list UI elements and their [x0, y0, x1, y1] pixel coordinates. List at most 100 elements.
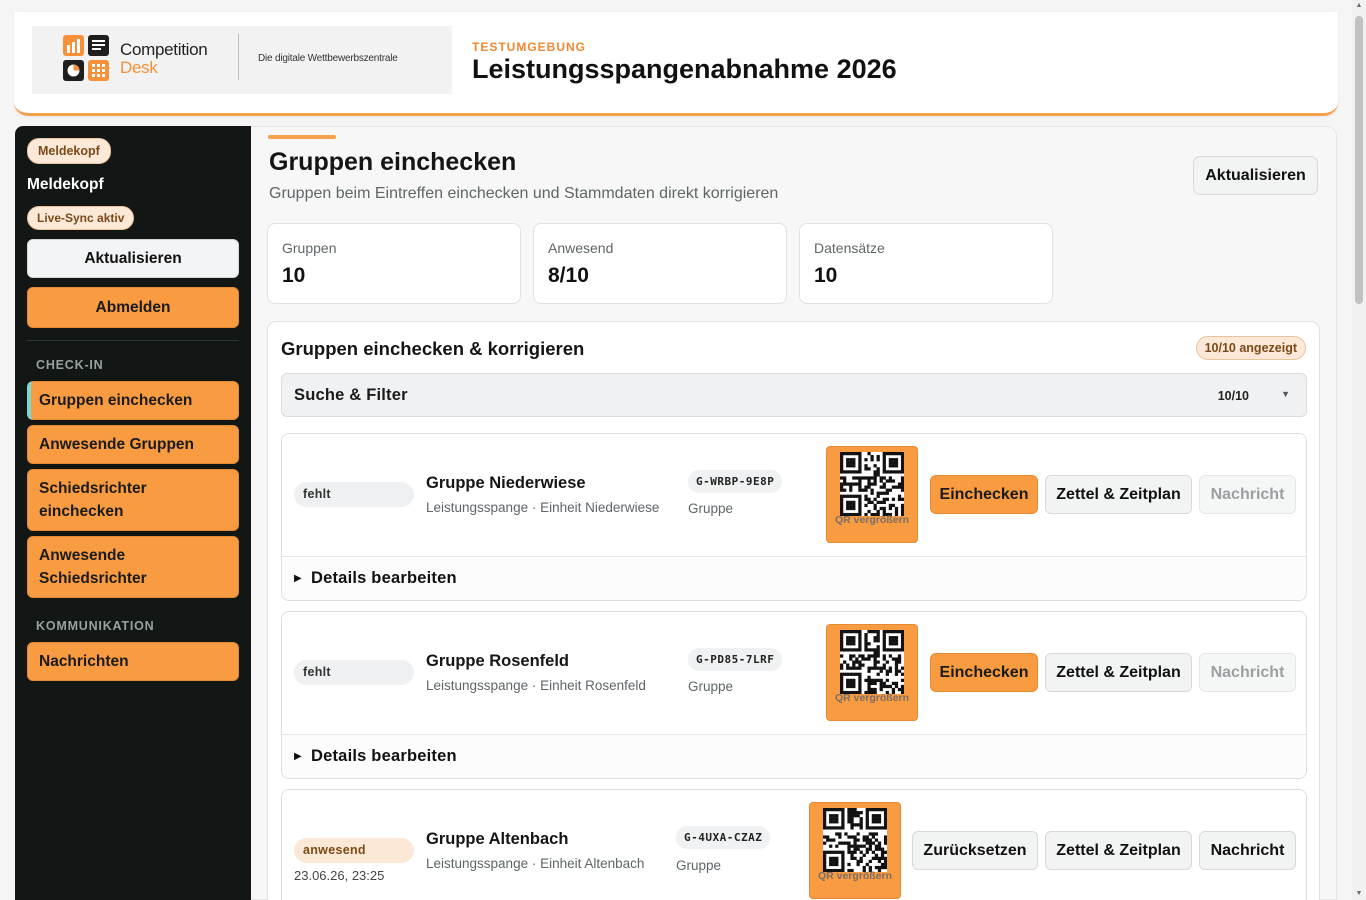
search-filter-toggle[interactable]: Suche & Filter 10/10 ▼	[281, 373, 1307, 417]
group-code-type: Gruppe	[688, 501, 734, 516]
filter-label: Suche & Filter	[294, 386, 408, 404]
stat-value: 10	[282, 264, 306, 287]
sidebar-item-anwesende-gruppen[interactable]: Anwesende Gruppen	[27, 425, 239, 464]
group-subtitle: Leistungsspange · Einheit Niederwiese	[426, 500, 660, 515]
scroll-down-icon[interactable]: ▼	[1355, 890, 1363, 898]
message-button[interactable]: Nachricht	[1199, 475, 1296, 514]
checkin-timestamp: 23.06.26, 23:25	[294, 868, 385, 883]
details-toggle[interactable]: ▶ Details bearbeiten	[282, 734, 1306, 778]
role-pill: Meldekopf	[27, 138, 111, 164]
logout-button[interactable]: Abmelden	[27, 287, 239, 328]
logo-line2: Desk	[120, 58, 158, 77]
filter-count: 10/10	[1217, 389, 1249, 403]
group-card-summary: anwesend 23.06.26, 23:25 Gruppe Altenbac…	[282, 790, 1306, 900]
logo-line1: Competition	[120, 40, 208, 59]
stat-card-datensaetze: Datensätze 10	[799, 223, 1053, 304]
group-card: anwesend 23.06.26, 23:25 Gruppe Altenbac…	[281, 789, 1307, 900]
qr-enlarge-button[interactable]: QR vergrößern	[826, 446, 918, 543]
group-name: Gruppe Niederwiese	[426, 474, 586, 492]
group-subtitle: Leistungsspange · Einheit Rosenfeld	[426, 678, 646, 693]
qr-code-icon	[823, 808, 887, 872]
event-title: Leistungsspangenabnahme 2026	[472, 54, 897, 84]
checkin-button[interactable]: Einchecken	[930, 475, 1038, 514]
refresh-button[interactable]: Aktualisieren	[1193, 156, 1318, 195]
stat-value: 10	[814, 264, 838, 287]
sidebar-item-schiedsrichter-einchecken[interactable]: Schiedsrichter einchecken	[27, 469, 239, 531]
logo-box: Competition Desk Die digitale Wettbewerb…	[32, 26, 452, 94]
shown-count-badge: 10/10 angezeigt	[1195, 336, 1306, 360]
app-header: Competition Desk Die digitale Wettbewerb…	[14, 12, 1338, 116]
group-name: Gruppe Rosenfeld	[426, 652, 570, 670]
scroll-up-icon[interactable]: ▲	[1355, 2, 1363, 10]
group-subtitle: Leistungsspange · Einheit Altenbach	[426, 856, 645, 871]
status-badge: fehlt	[294, 482, 414, 507]
group-checkin-panel: Gruppen einchecken & korrigieren 10/10 a…	[267, 321, 1320, 900]
sidebar-item-label: Gruppen einchecken	[39, 392, 193, 409]
disclosure-triangle-icon: ▶	[294, 751, 302, 762]
schedule-button[interactable]: Zettel & Zeitplan	[1045, 653, 1192, 692]
page-title: Gruppen einchecken	[269, 148, 517, 176]
message-button[interactable]: Nachricht	[1199, 653, 1296, 692]
stat-label: Gruppen	[282, 240, 337, 256]
title-accent-bar	[268, 135, 336, 139]
qr-code-icon	[840, 630, 904, 694]
qr-enlarge-button[interactable]: QR vergrößern	[809, 802, 901, 899]
logo-tagline: Die digitale Wettbewerbszentrale	[258, 53, 398, 64]
sidebar-item-anwesende-schiedsrichter[interactable]: Anwesende Schiedsrichter	[27, 536, 239, 598]
qr-code-icon	[840, 452, 904, 516]
qr-enlarge-label: QR vergrößern	[834, 514, 910, 526]
section-title-checkin: CHECK-IN	[36, 358, 104, 372]
schedule-button[interactable]: Zettel & Zeitplan	[1045, 831, 1192, 870]
sidebar-divider	[27, 340, 239, 341]
group-card: fehlt Gruppe Rosenfeld Leistungsspange ·…	[281, 611, 1307, 779]
group-card: fehlt Gruppe Niederwiese Leistungsspange…	[281, 433, 1307, 601]
group-code: G-WRBP-9E8P	[688, 470, 783, 493]
logo-divider	[238, 34, 239, 80]
logo-wordmark: Competition Desk	[120, 40, 208, 77]
qr-enlarge-label: QR vergrößern	[817, 870, 893, 882]
checkin-button[interactable]: Einchecken	[930, 653, 1038, 692]
group-code-type: Gruppe	[676, 858, 722, 873]
scrollbar-thumb[interactable]	[1355, 16, 1363, 304]
group-code: G-PD85-7LRF	[688, 648, 783, 671]
panel-title: Gruppen einchecken & korrigieren	[281, 338, 585, 359]
group-code: G-4UXA-CZAZ	[676, 826, 771, 849]
stat-card-gruppen: Gruppen 10	[267, 223, 521, 304]
sidebar-refresh-button[interactable]: Aktualisieren	[27, 239, 239, 278]
environment-label: TESTUMGEBUNG	[472, 40, 586, 54]
group-card-summary: fehlt Gruppe Niederwiese Leistungsspange…	[282, 434, 1306, 556]
main-content: Gruppen einchecken Gruppen beim Eintreff…	[251, 126, 1337, 900]
sidebar-item-nachrichten[interactable]: Nachrichten	[27, 642, 239, 681]
status-badge: fehlt	[294, 660, 414, 685]
user-name: Meldekopf	[27, 176, 104, 193]
stat-label: Anwesend	[548, 240, 614, 256]
details-toggle[interactable]: ▶ Details bearbeiten	[282, 556, 1306, 600]
page-subtitle: Gruppen beim Eintreffen einchecken und S…	[269, 185, 779, 202]
sidebar: Meldekopf Meldekopf Live-Sync aktiv Aktu…	[15, 126, 251, 900]
stat-label: Datensätze	[814, 240, 885, 256]
group-card-summary: fehlt Gruppe Rosenfeld Leistungsspange ·…	[282, 612, 1306, 734]
sidebar-item-label: Anwesende Gruppen	[39, 436, 195, 453]
sidebar-item-label: Nachrichten	[39, 653, 129, 670]
live-sync-badge: Live-Sync aktiv	[27, 206, 135, 230]
stat-value: 8/10	[548, 264, 589, 287]
sidebar-item-label: Anwesende Schiedsrichter	[39, 547, 147, 587]
details-label: Details bearbeiten	[311, 747, 457, 765]
competition-desk-logo-icon	[63, 35, 109, 81]
message-button[interactable]: Nachricht	[1199, 831, 1296, 870]
group-name: Gruppe Altenbach	[426, 830, 569, 848]
section-title-kommunikation: KOMMUNIKATION	[36, 619, 155, 633]
sidebar-item-gruppen-einchecken[interactable]: Gruppen einchecken	[27, 381, 239, 420]
page-scrollbar[interactable]: ▲ ▼	[1352, 0, 1366, 900]
status-badge: anwesend	[294, 838, 414, 863]
stat-card-anwesend: Anwesend 8/10	[533, 223, 787, 304]
qr-enlarge-button[interactable]: QR vergrößern	[826, 624, 918, 721]
details-label: Details bearbeiten	[311, 569, 457, 587]
group-code-type: Gruppe	[688, 679, 734, 694]
disclosure-triangle-icon: ▶	[294, 573, 302, 584]
qr-enlarge-label: QR vergrößern	[834, 692, 910, 704]
chevron-down-icon: ▼	[1281, 389, 1290, 399]
schedule-button[interactable]: Zettel & Zeitplan	[1045, 475, 1192, 514]
reset-button[interactable]: Zurücksetzen	[912, 831, 1038, 870]
sidebar-item-label: Schiedsrichter einchecken	[39, 480, 147, 520]
